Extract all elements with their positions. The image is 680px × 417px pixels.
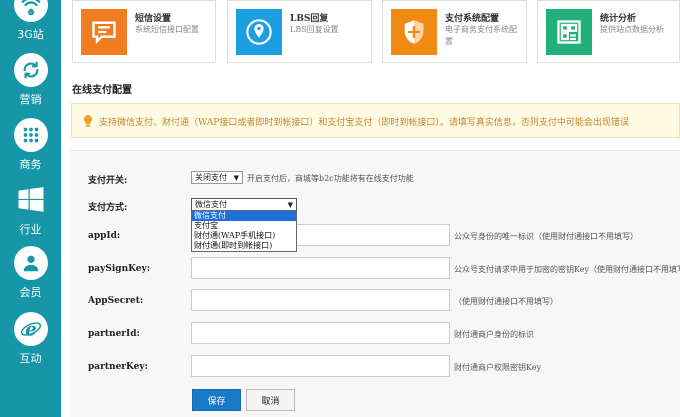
card-title: 短信设置 bbox=[135, 14, 172, 24]
notice-banner: 支持微信支付、财付通（WAP接口或者即时到帐接口）和支付宝支付（即时到帐接口）。… bbox=[71, 103, 680, 138]
payment-method-label: 支付方式: bbox=[88, 203, 128, 213]
appsecret-input[interactable] bbox=[191, 289, 450, 311]
sidebar-item-label: 3G站 bbox=[17, 28, 44, 41]
appid-hint: 公众号身份的唯一标识（使用财付通接口不用填写） bbox=[454, 232, 638, 241]
card-title: 支付系统配置 bbox=[445, 14, 500, 24]
payment-switch-select[interactable]: 关闭支付 ▼ bbox=[191, 171, 243, 184]
sidebar-item-interaction[interactable]: e 互动 bbox=[0, 312, 61, 378]
wifi-icon bbox=[13, 0, 48, 22]
lightbulb-icon bbox=[83, 115, 93, 127]
partnerid-input[interactable] bbox=[191, 322, 450, 344]
dropdown-option[interactable]: 财付通(WAP手机接口) bbox=[192, 231, 296, 241]
save-button[interactable]: 保存 bbox=[192, 389, 241, 411]
paysignkey-hint: 公众号支付请求中用于加密的密钥Key（使用财付通接口不用填写） bbox=[454, 265, 680, 274]
windows-icon bbox=[14, 183, 48, 217]
appsecret-hint: （使用财付通接口不用填写） bbox=[454, 297, 558, 306]
sidebar-item-marketing[interactable]: 营销 bbox=[0, 53, 61, 119]
refresh-icon bbox=[13, 53, 48, 87]
ie-icon: e bbox=[13, 312, 48, 346]
chat-icon bbox=[81, 9, 127, 55]
card-payment-config[interactable]: 支付系统配置 电子商务支付系统配置 bbox=[382, 0, 527, 63]
card-desc: 电子商务支付系统配置 bbox=[445, 25, 517, 46]
appid-label: appId: bbox=[88, 231, 121, 241]
sidebar-item-3g[interactable]: 3G站 bbox=[0, 0, 61, 54]
location-icon bbox=[236, 9, 282, 55]
card-desc: LBS回复设置 bbox=[290, 25, 339, 34]
payment-switch-label: 支付开关: bbox=[88, 176, 128, 186]
card-title: LBS回复 bbox=[290, 14, 329, 24]
sidebar-item-label: 会员 bbox=[19, 286, 42, 299]
partnerid-hint: 财付通商户身份的标识 bbox=[454, 330, 534, 339]
partnerkey-hint: 财付通商户权限密钥Key bbox=[454, 363, 542, 372]
appsecret-label: AppSecret: bbox=[88, 296, 144, 306]
sidebar-item-label: 互动 bbox=[19, 352, 42, 365]
partnerkey-input[interactable] bbox=[191, 355, 450, 377]
paysignkey-input[interactable] bbox=[191, 257, 450, 279]
sidebar: 3G站 营销 商务 行业 会员 e 互动 bbox=[0, 0, 61, 417]
dropdown-option[interactable]: 支付宝 bbox=[192, 221, 296, 231]
user-icon bbox=[13, 246, 48, 280]
card-statistics[interactable]: 统计分析 提供站点数据分析 bbox=[537, 0, 680, 63]
notice-text: 支持微信支付、财付通（WAP接口或者即时到帐接口）和支付宝支付（即时到帐接口）。… bbox=[99, 118, 629, 128]
card-desc: 系统短信接口配置 bbox=[135, 25, 199, 34]
payment-method-value: 微信支付 bbox=[195, 200, 227, 209]
partnerid-label: partnerId: bbox=[88, 329, 140, 339]
dropdown-option[interactable]: 财付通(即时到帐接口) bbox=[192, 241, 296, 251]
dropdown-option[interactable]: 微信支付 bbox=[192, 211, 296, 221]
dashboard-icon bbox=[546, 9, 592, 55]
payment-switch-value: 关闭支付 bbox=[195, 173, 227, 182]
sidebar-item-industry[interactable]: 行业 bbox=[0, 183, 61, 249]
sidebar-item-label: 商务 bbox=[19, 158, 42, 171]
payment-switch-hint: 开启支付后，商城等b2c功能将有在线支付功能 bbox=[247, 174, 414, 183]
partnerkey-label: partnerKey: bbox=[88, 362, 148, 372]
sidebar-item-label: 营销 bbox=[19, 93, 42, 106]
shield-icon bbox=[391, 9, 437, 55]
card-desc: 提供站点数据分析 bbox=[600, 25, 664, 34]
dropdown-arrow-icon: ▼ bbox=[233, 174, 239, 182]
paysignkey-label: paySignKey: bbox=[88, 264, 151, 274]
sidebar-item-business[interactable]: 商务 bbox=[0, 118, 61, 184]
sidebar-item-label: 行业 bbox=[19, 223, 42, 236]
cancel-button[interactable]: 取消 bbox=[246, 389, 295, 411]
payment-method-dropdown: 微信支付 支付宝 财付通(WAP手机接口) 财付通(即时到帐接口) bbox=[191, 210, 297, 252]
page-title: 在线支付配置 bbox=[72, 85, 132, 96]
card-lbs-reply[interactable]: LBS回复 LBS回复设置 bbox=[227, 0, 372, 63]
card-title: 统计分析 bbox=[600, 14, 637, 24]
sidebar-item-member[interactable]: 会员 bbox=[0, 246, 61, 312]
card-sms-settings[interactable]: 短信设置 系统短信接口配置 bbox=[72, 0, 216, 63]
grid-dots-icon bbox=[13, 118, 48, 152]
